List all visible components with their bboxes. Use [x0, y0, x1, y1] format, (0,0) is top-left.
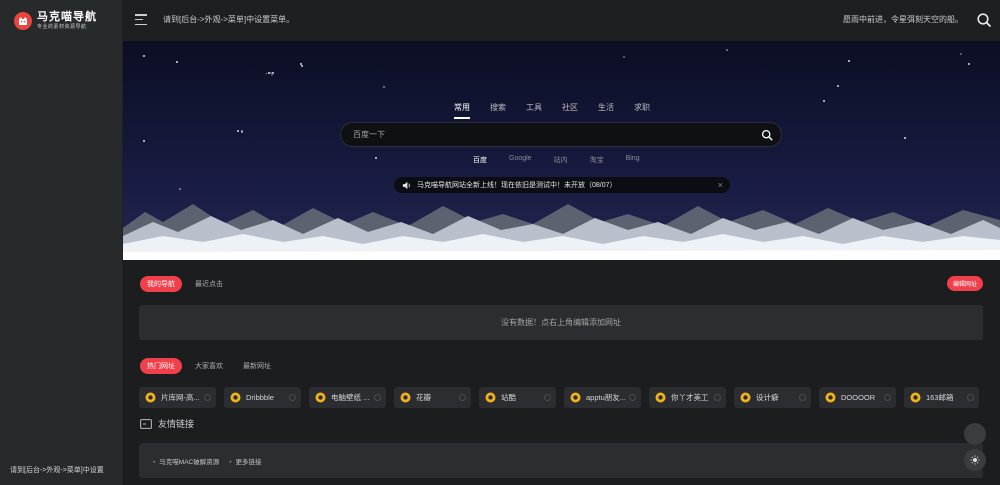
site-name: Dribbble — [246, 393, 274, 402]
site-default-icon — [400, 392, 411, 403]
site-detail-icon[interactable] — [374, 394, 381, 401]
site-card[interactable]: DOOOOR — [819, 387, 896, 408]
tab-life[interactable]: 生活 — [598, 102, 614, 119]
tab-newest[interactable]: 最新网址 — [236, 358, 278, 374]
tab-hot-sites[interactable]: 热门网址 — [140, 358, 182, 374]
site-name: apptu朋友... — [586, 393, 627, 402]
more-links[interactable]: 更多链接 — [229, 456, 262, 466]
search-category-tabs: 常用 搜索 工具 社区 生活 求职 — [454, 102, 670, 119]
link-tag-icon — [140, 418, 152, 429]
hot-sites-tabs: 热门网址 大家喜欢 最新网址 — [140, 358, 284, 374]
logo-title: 马克喵导航 — [37, 11, 97, 23]
tab-common[interactable]: 常用 — [454, 102, 470, 119]
site-default-icon — [910, 392, 921, 403]
site-detail-icon[interactable] — [714, 394, 721, 401]
site-card[interactable]: 你丫才美工 — [649, 387, 726, 408]
site-name: 设计癖 — [756, 393, 779, 402]
main-content: 我的导航 最近点击 编辑网址 没有数据！点右上角编辑添加网址 热门网址 大家喜欢… — [123, 260, 1000, 485]
site-default-icon — [740, 392, 751, 403]
cat-logo-icon — [14, 12, 32, 30]
announcement-text[interactable]: 马克喵导航网站全新上线！现在依旧是测试中！未开放（08/07） — [417, 180, 617, 190]
site-name: 你丫才美工 — [671, 393, 709, 402]
site-default-icon — [485, 392, 496, 403]
engine-taobao[interactable]: 淘宝 — [590, 155, 604, 165]
engine-google[interactable]: Google — [509, 155, 532, 165]
site-card[interactable]: apptu朋友... — [564, 387, 641, 408]
site-card[interactable]: 电脑壁纸 ... — [309, 387, 386, 408]
site-default-icon — [655, 392, 666, 403]
site-default-icon — [230, 392, 241, 403]
tab-recent-clicks[interactable]: 最近点击 — [188, 276, 230, 292]
menu-toggle-icon[interactable] — [135, 14, 147, 25]
site-name: 电脑壁纸 ... — [331, 393, 370, 402]
snow-mountain-illustration — [123, 204, 1000, 260]
site-name: 站酷 — [501, 393, 516, 402]
tab-search[interactable]: 搜索 — [490, 102, 506, 119]
site-name: 片库网-高... — [161, 393, 200, 402]
tab-tools[interactable]: 工具 — [526, 102, 542, 119]
site-default-icon — [145, 392, 156, 403]
engine-bing[interactable]: Bing — [626, 155, 640, 165]
back-to-top-button[interactable] — [964, 423, 986, 445]
site-detail-icon[interactable] — [799, 394, 806, 401]
search-input[interactable] — [341, 130, 741, 139]
sidebar: 马克喵导航 专业的素材资源导航 请到[后台->外观->菜单]中设置 — [0, 0, 123, 485]
top-menu-notice[interactable]: 请到[后台->外观->菜单]中设置菜单。 — [163, 14, 294, 25]
tab-popular[interactable]: 大家喜欢 — [188, 358, 230, 374]
edit-sites-button[interactable]: 编辑网址 — [946, 276, 983, 291]
site-detail-icon[interactable] — [967, 394, 974, 401]
tab-community[interactable]: 社区 — [562, 102, 578, 119]
my-nav-tabs: 我的导航 最近点击 — [140, 276, 236, 292]
search-engine-list: 百度 Google 站内 淘宝 Bing — [473, 155, 662, 165]
site-name: 花瓣 — [416, 393, 431, 402]
site-detail-icon[interactable] — [629, 394, 636, 401]
site-card[interactable]: 站酷 — [479, 387, 556, 408]
friend-link[interactable]: 马克喵MAC破解资源 — [153, 456, 219, 466]
site-card[interactable]: 设计癖 — [734, 387, 811, 408]
sidebar-footer-notice[interactable]: 请到[后台->外观->菜单]中设置 — [10, 465, 104, 475]
speaker-icon — [402, 181, 410, 189]
site-logo[interactable]: 马克喵导航 专业的素材资源导航 — [14, 8, 114, 34]
top-bar: 请到[后台->外观->菜单]中设置菜单。 愿雨中前进，令星弭刻天空的船。 — [123, 0, 1000, 41]
engine-baidu[interactable]: 百度 — [473, 155, 487, 165]
site-default-icon — [570, 392, 581, 403]
my-nav-empty-state: 没有数据！点右上角编辑添加网址 — [139, 305, 983, 340]
site-detail-icon[interactable] — [289, 394, 296, 401]
friend-links-title: 友情链接 — [158, 419, 195, 429]
search-submit-icon[interactable] — [761, 129, 773, 141]
site-name: 163邮箱 — [926, 393, 954, 402]
logo-subtitle: 专业的素材资源导航 — [37, 24, 87, 30]
announcement-bar: 马克喵导航网站全新上线！现在依旧是测试中！未开放（08/07） × — [394, 177, 730, 193]
site-card[interactable]: 163邮箱 — [904, 387, 979, 408]
site-detail-icon[interactable] — [884, 394, 891, 401]
friend-links-header: 友情链接 — [140, 417, 194, 430]
site-name: DOOOOR — [841, 393, 876, 402]
top-motto: 愿雨中前进，令星弭刻天空的船。 — [843, 15, 963, 24]
theme-toggle-button[interactable] — [964, 449, 986, 471]
site-card[interactable]: 花瓣 — [394, 387, 471, 408]
site-default-icon — [315, 392, 326, 403]
hot-sites-grid: 片库网-高... Dribbble 电脑壁纸 ... 花瓣 站酷 apptu朋友… — [139, 387, 979, 408]
friend-links-box: 马克喵MAC破解资源 更多链接 — [139, 443, 983, 478]
site-card[interactable]: 片库网-高... — [139, 387, 216, 408]
sun-icon — [970, 455, 980, 465]
site-default-icon — [825, 392, 836, 403]
site-card[interactable]: Dribbble — [224, 387, 301, 408]
tab-jobs[interactable]: 求职 — [634, 102, 650, 119]
search-icon[interactable] — [976, 12, 992, 28]
site-detail-icon[interactable] — [204, 394, 211, 401]
hero-search-banner: 常用 搜索 工具 社区 生活 求职 百度 Google 站内 淘宝 Bing 马… — [123, 41, 1000, 260]
site-detail-icon[interactable] — [544, 394, 551, 401]
engine-site[interactable]: 站内 — [554, 155, 568, 165]
search-box — [340, 122, 782, 147]
empty-state-text: 没有数据！点右上角编辑添加网址 — [501, 318, 621, 327]
tab-my-nav[interactable]: 我的导航 — [140, 276, 182, 292]
close-icon[interactable]: × — [718, 180, 723, 190]
site-detail-icon[interactable] — [459, 394, 466, 401]
